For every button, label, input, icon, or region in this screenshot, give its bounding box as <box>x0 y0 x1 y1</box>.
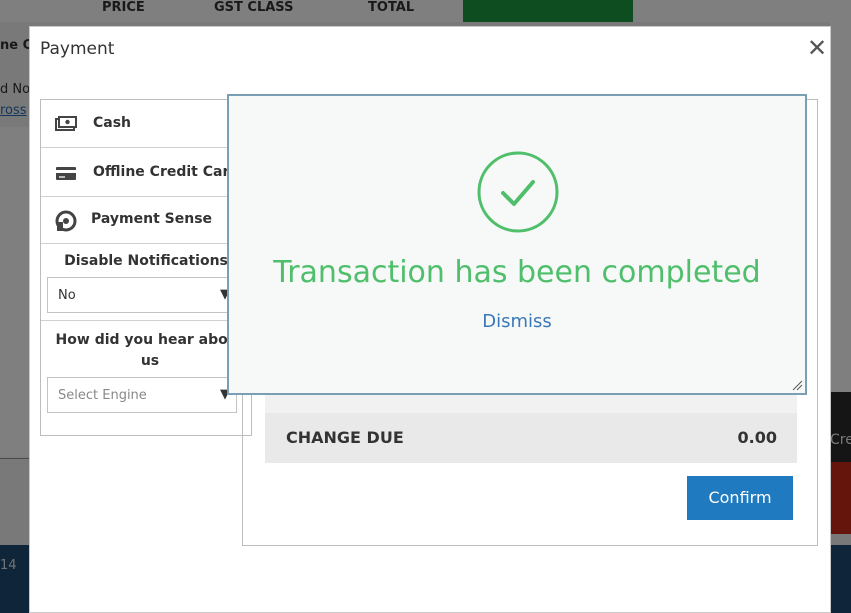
payment-method-label: Payment Sense <box>91 211 213 227</box>
notifications-value: No <box>58 288 76 303</box>
referral-placeholder: Select Engine <box>58 388 147 403</box>
cash-icon <box>55 116 77 131</box>
success-message: Transaction has been completed <box>273 255 761 290</box>
close-icon[interactable]: ✕ <box>804 35 830 61</box>
credit-card-icon <box>56 167 76 180</box>
change-due-label: CHANGE DUE <box>286 428 404 447</box>
resize-handle-icon[interactable] <box>791 379 803 391</box>
payment-method-offline-credit-card[interactable]: Offline Credit Card <box>41 149 251 197</box>
payment-method-payment-sense[interactable]: Payment Sense <box>41 198 251 244</box>
notifications-select[interactable]: No ▼ <box>47 277 237 313</box>
referral-select[interactable]: Select Engine ▼ <box>47 377 237 413</box>
payment-methods-panel: Cash Offline Credit Card Payment Sense D… <box>40 99 252 436</box>
payment-method-label: Cash <box>93 115 132 131</box>
divider <box>41 320 251 321</box>
dismiss-link[interactable]: Dismiss <box>229 311 805 332</box>
payment-method-cash[interactable]: Cash <box>41 100 251 148</box>
payment-sense-icon <box>55 210 77 232</box>
confirm-button[interactable]: Confirm <box>687 476 793 520</box>
checkmark-icon <box>477 151 559 233</box>
referral-label: How did you hear about us <box>55 332 245 369</box>
modal-title: Payment <box>40 39 115 59</box>
change-due-row: CHANGE DUE 0.00 <box>265 413 797 463</box>
change-due-value: 0.00 <box>737 428 777 447</box>
notifications-label: Disable Notifications <box>64 253 228 269</box>
payment-method-label: Offline Credit Card <box>93 164 240 180</box>
success-dialog: Transaction has been completed Dismiss <box>227 94 807 395</box>
